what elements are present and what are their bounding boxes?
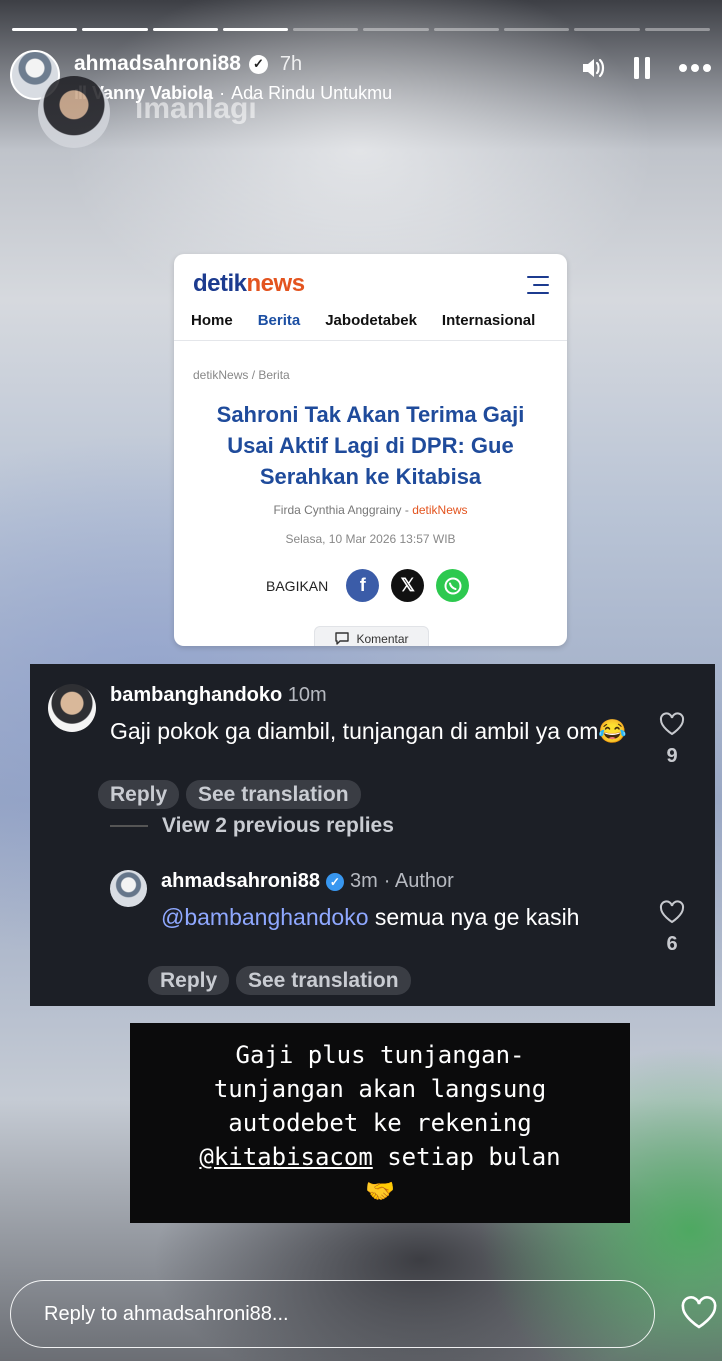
comment-header: bambanghandoko 10m xyxy=(110,684,327,707)
facebook-icon[interactable]: f xyxy=(346,569,380,602)
reply-username[interactable]: ahmadsahroni88 xyxy=(161,870,320,893)
progress-segment xyxy=(574,28,640,31)
progress-segment xyxy=(12,28,78,31)
story-progress-bar xyxy=(12,28,710,31)
reply-text: @bambanghandoko semua nya ge kasih xyxy=(161,904,580,930)
comment-thread-screenshot: bambanghandoko 10m Gaji pokok ga diambil… xyxy=(30,664,715,1006)
hamburger-menu-icon[interactable] xyxy=(527,276,549,300)
article-headline: Sahroni Tak Akan Terima Gaji Usai Aktif … xyxy=(216,402,525,489)
reply-like[interactable]: 6 xyxy=(659,900,685,956)
more-icon[interactable] xyxy=(678,63,712,73)
reply-time: 3m xyxy=(349,870,378,892)
story-time: 7h xyxy=(279,52,303,75)
reply-mention[interactable]: @bambanghandoko xyxy=(161,904,369,930)
progress-segment xyxy=(293,28,359,31)
news-article-card[interactable]: detiknews Home Berita Jabodetabek Intern… xyxy=(174,254,567,646)
verified-badge-icon: ✓ xyxy=(325,872,344,891)
background-avatar xyxy=(38,76,110,148)
author-tag: · Author xyxy=(383,870,454,892)
comment-text: Gaji pokok ga diambil, tunjangan di ambi… xyxy=(110,718,628,744)
story-username[interactable]: ahmadsahroni88 xyxy=(74,52,241,76)
reply-like-count: 6 xyxy=(666,933,678,955)
story-caption: Gaji plus tunjangan- tunjangan akan lang… xyxy=(130,1023,630,1223)
handshake-emoji: 🤝 xyxy=(365,1177,395,1205)
caption-line-1: Gaji plus tunjangan- xyxy=(235,1041,525,1069)
reply-header: ahmadsahroni88 ✓ 3m · Author xyxy=(161,870,454,893)
progress-segment xyxy=(504,28,570,31)
share-row: BAGIKAN f 𝕏 xyxy=(266,569,470,602)
story-header: ahmadsahroni88 ✓ 7h ıll Vanny Vabiola · … xyxy=(10,50,712,106)
nav-item-internasional[interactable]: Internasional xyxy=(442,312,535,329)
view-previous-replies[interactable]: View 2 previous replies xyxy=(110,814,394,838)
commenter-avatar[interactable] xyxy=(48,684,96,732)
heart-icon[interactable] xyxy=(659,712,685,736)
nav-item-berita[interactable]: Berita xyxy=(258,312,301,329)
comment-translate-button[interactable]: See translation xyxy=(186,780,361,809)
komentar-label: Komentar xyxy=(356,632,409,646)
caption-line-4: @kitabisacom setiap bulan xyxy=(199,1143,561,1171)
comment-icon xyxy=(334,631,350,647)
progress-segment xyxy=(644,28,710,31)
detiknews-logo: detiknews xyxy=(193,270,305,297)
share-label: BAGIKAN xyxy=(266,577,329,594)
story-reply-input[interactable]: Reply to ahmadsahroni88... xyxy=(10,1280,655,1348)
article-source: detikNews xyxy=(412,503,468,517)
caption-line-3: autodebet ke rekening xyxy=(228,1109,532,1137)
article-date: Selasa, 10 Mar 2026 13:57 WIB xyxy=(285,532,456,546)
view-previous-label: View 2 previous replies xyxy=(162,814,394,837)
progress-segment xyxy=(363,28,429,31)
heart-icon[interactable] xyxy=(680,1296,718,1335)
comment-reply-button[interactable]: Reply xyxy=(98,780,180,809)
nav-item-jabodetabek[interactable]: Jabodetabek xyxy=(325,312,417,329)
divider-line xyxy=(110,825,148,827)
reply-reply-button[interactable]: Reply xyxy=(148,966,230,995)
heart-icon[interactable] xyxy=(659,900,685,924)
background-text: imanlagi xyxy=(135,92,257,125)
comment-like[interactable]: 9 xyxy=(659,712,685,768)
progress-segment xyxy=(152,28,218,31)
progress-segment xyxy=(82,28,148,31)
reply-translate-button[interactable]: See translation xyxy=(236,966,411,995)
article-nav: Home Berita Jabodetabek Internasional xyxy=(191,312,535,329)
caption-mention[interactable]: @kitabisacom xyxy=(199,1143,372,1171)
komentar-button[interactable]: Komentar xyxy=(314,626,429,646)
comment-like-count: 9 xyxy=(666,745,678,767)
pause-icon[interactable] xyxy=(632,56,652,80)
x-icon[interactable]: 𝕏 xyxy=(391,569,425,602)
article-author: Firda Cynthia Anggrainy - detikNews xyxy=(273,503,468,517)
whatsapp-icon[interactable] xyxy=(436,569,470,602)
progress-segment xyxy=(433,28,500,31)
breadcrumb: detikNews / Berita xyxy=(193,368,290,382)
nav-item-home[interactable]: Home xyxy=(191,312,233,329)
verified-badge-icon: ✓ xyxy=(248,54,268,74)
caption-line-2: tunjangan akan langsung xyxy=(213,1075,547,1103)
comment-time: 10m xyxy=(287,684,327,706)
volume-icon[interactable] xyxy=(580,56,606,80)
reply-placeholder: Reply to ahmadsahroni88... xyxy=(44,1302,289,1325)
progress-segment xyxy=(222,28,289,31)
reply-author-avatar[interactable] xyxy=(110,870,147,907)
commenter-username[interactable]: bambanghandoko xyxy=(110,684,282,706)
